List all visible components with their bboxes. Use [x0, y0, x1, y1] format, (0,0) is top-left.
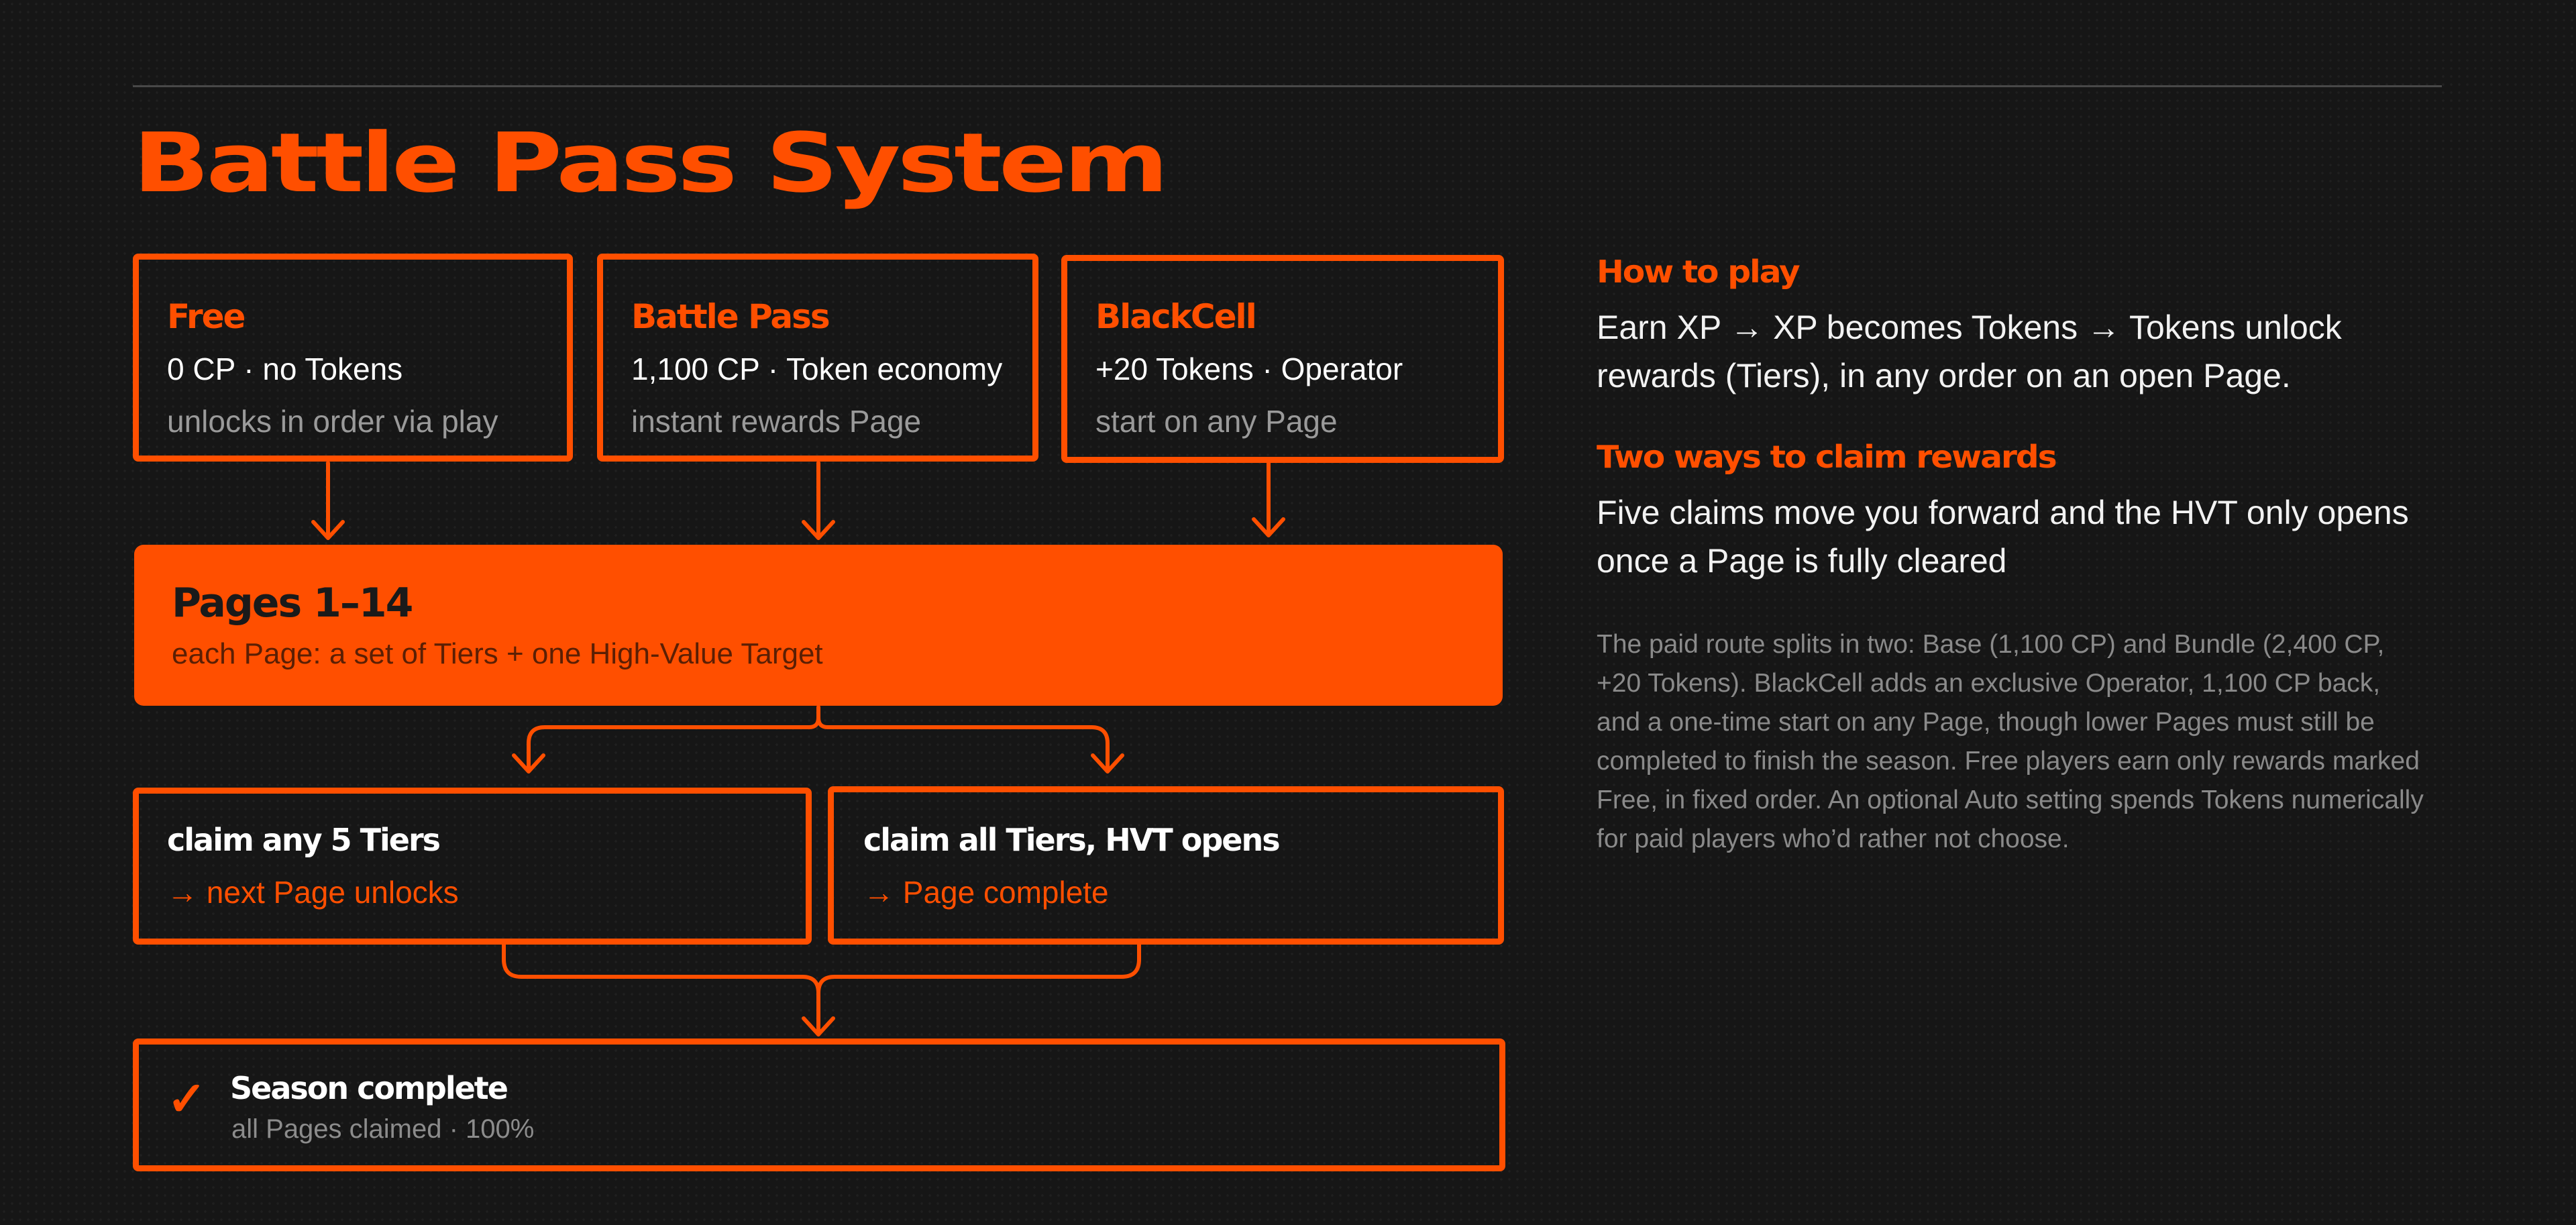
claim-all-tiers-card: claim all Tiers, HVT opens → Page comple…	[828, 786, 1504, 945]
how-to-play-text: Earn XP → XP becomes Tokens → Tokens unl…	[1597, 309, 2342, 394]
track-blackcell-card: BlackCell +20 Tokens · Operator start on…	[1061, 255, 1504, 463]
track-free-title: Free	[167, 297, 246, 336]
how-to-play-heading: How to play	[1597, 254, 1801, 290]
track-blackcell-title: BlackCell	[1095, 297, 1257, 336]
details-text: The paid route splits in two: Base (1,10…	[1597, 630, 2424, 853]
connector-blackcell-to-pages	[1252, 461, 1285, 537]
check-icon: ✓	[167, 1073, 207, 1125]
pages-title: Pages 1–14	[172, 580, 413, 627]
claim-five-tiers-card: claim any 5 Tiers → next Page unlocks	[133, 788, 812, 945]
connector-free-to-pages	[311, 461, 345, 540]
track-blackcell-note: start on any Page	[1095, 404, 1338, 439]
track-battlepass-card: Battle Pass 1,100 CP · Token economy ins…	[597, 254, 1038, 462]
claim-five-tiers-title: claim any 5 Tiers	[167, 822, 441, 858]
claim-ways-text: Five claims move you forward and the HVT…	[1597, 494, 2409, 580]
claim-all-tiers-result: → Page complete	[863, 875, 1109, 910]
track-battlepass-cost: 1,100 CP · Token economy	[631, 352, 1003, 386]
connector-claims-to-season	[502, 941, 1141, 1036]
track-free-note: unlocks in order via play	[167, 404, 498, 439]
page-title: Battle Pass System	[133, 115, 1169, 211]
track-battlepass-title: Battle Pass	[631, 297, 830, 336]
pages-block: Pages 1–14 each Page: a set of Tiers + o…	[134, 545, 1503, 706]
season-complete-title: Season complete	[230, 1070, 508, 1106]
track-blackcell-cost: +20 Tokens · Operator	[1095, 352, 1403, 386]
connector-pages-to-claims	[512, 705, 1124, 774]
track-battlepass-note: instant rewards Page	[631, 404, 922, 439]
track-free-card: Free 0 CP · no Tokens unlocks in order v…	[133, 254, 573, 462]
claim-all-tiers-title: claim all Tiers, HVT opens	[863, 822, 1281, 858]
top-divider	[133, 85, 2442, 87]
pages-subtitle: each Page: a set of Tiers + one High-Val…	[172, 637, 823, 670]
claim-ways-heading: Two ways to claim rewards	[1597, 439, 2057, 475]
season-complete-subtitle: all Pages claimed · 100%	[231, 1114, 535, 1144]
claim-five-tiers-result: → next Page unlocks	[167, 875, 459, 910]
connector-battlepass-to-pages	[802, 461, 835, 540]
season-complete-card: ✓ Season complete all Pages claimed · 10…	[133, 1038, 1505, 1171]
track-free-cost: 0 CP · no Tokens	[167, 352, 403, 386]
